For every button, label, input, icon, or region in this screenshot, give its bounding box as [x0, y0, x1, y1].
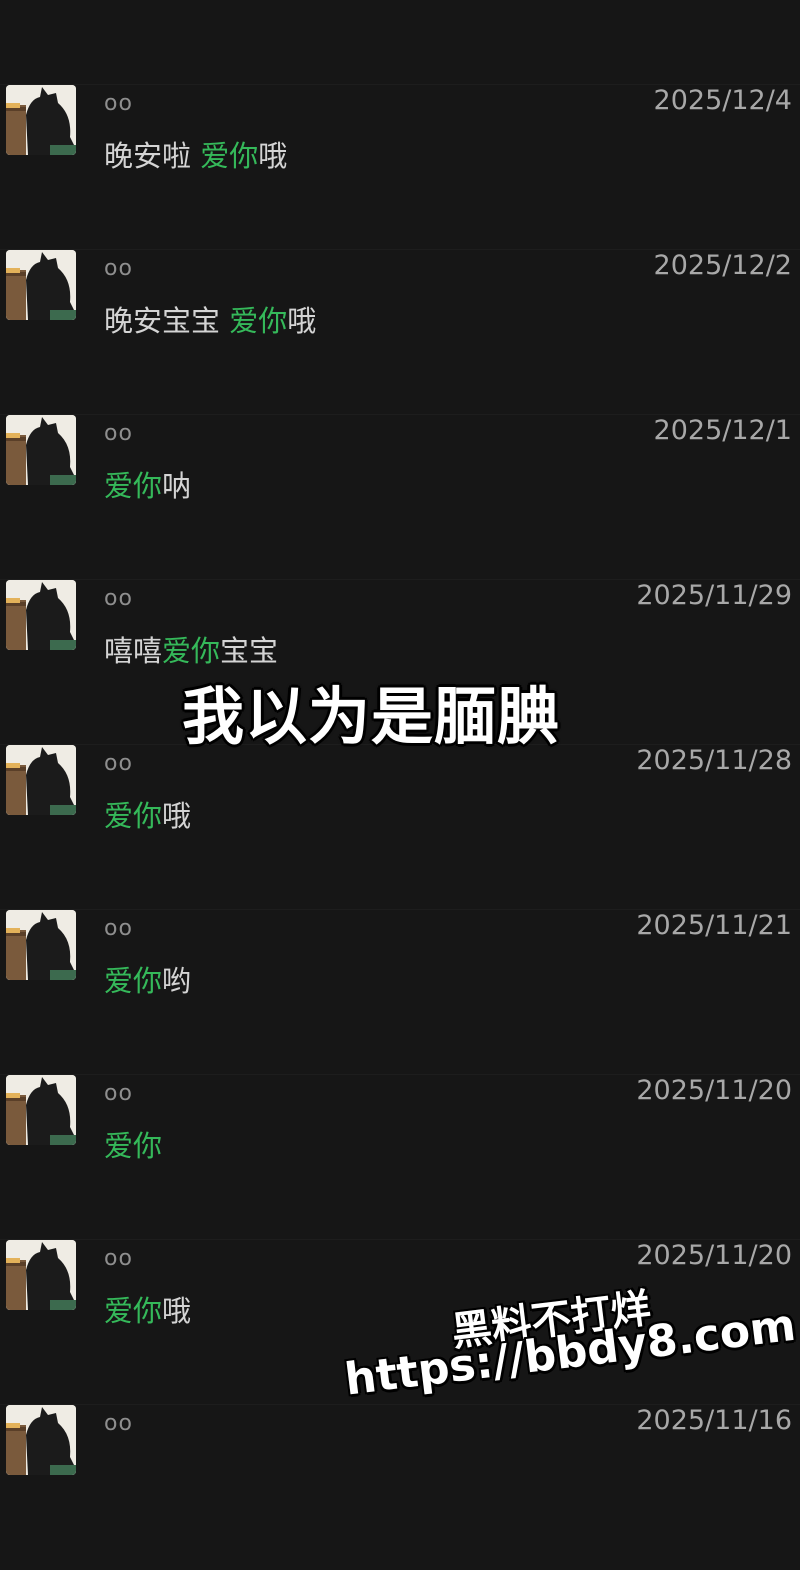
- message-text: 哦: [162, 1294, 192, 1328]
- message-text: 哦: [162, 799, 192, 833]
- message-preview: 爱你哦: [104, 1288, 191, 1330]
- avatar[interactable]: [6, 1075, 76, 1145]
- message-text: 哦: [258, 139, 288, 173]
- message-date: 2025/12/4: [653, 85, 792, 116]
- message-date: 2025/11/20: [636, 1240, 792, 1271]
- message-date: 2025/11/21: [636, 910, 792, 941]
- chat-list-item[interactable]: oo 2025/11/21 爱你哟: [0, 909, 800, 1075]
- message-preview: 爱你: [104, 1123, 162, 1165]
- message-date: 2025/11/20: [636, 1075, 792, 1106]
- sender-name: oo: [104, 916, 133, 941]
- message-date: 2025/11/28: [636, 745, 792, 776]
- message-preview: 爱你呐: [104, 463, 191, 505]
- chat-list-item[interactable]: oo 2025/12/4 晚安啦 爱你哦: [0, 84, 800, 250]
- avatar[interactable]: [6, 250, 76, 320]
- chat-list-item[interactable]: oo 2025/11/16: [0, 1404, 800, 1570]
- highlighted-keyword: 爱你: [229, 304, 288, 338]
- avatar[interactable]: [6, 415, 76, 485]
- avatar[interactable]: [6, 745, 76, 815]
- sender-name: oo: [104, 586, 133, 611]
- avatar[interactable]: [6, 580, 76, 650]
- sender-name: oo: [104, 256, 133, 281]
- message-date: 2025/11/16: [636, 1405, 792, 1436]
- sender-name: oo: [104, 91, 133, 116]
- highlighted-keyword: 爱你: [162, 634, 221, 668]
- message-text: 晚安宝宝: [104, 304, 230, 338]
- highlighted-keyword: 爱你: [104, 799, 163, 833]
- message-preview: 爱你哟: [104, 958, 191, 1000]
- message-date: 2025/11/29: [636, 580, 792, 611]
- highlighted-keyword: 爱你: [200, 139, 259, 173]
- chat-list-item[interactable]: oo 2025/11/28 爱你哦: [0, 744, 800, 910]
- message-preview: 嘻嘻爱你宝宝: [104, 628, 278, 670]
- sender-name: oo: [104, 1246, 133, 1271]
- message-text: 宝宝: [220, 634, 279, 668]
- chat-list-item[interactable]: oo 2025/12/1 爱你呐: [0, 414, 800, 580]
- sender-name: oo: [104, 1411, 133, 1436]
- message-text: 哟: [162, 964, 192, 998]
- overlay-caption: 我以为是腼腆: [182, 680, 561, 753]
- avatar[interactable]: [6, 85, 76, 155]
- sender-name: oo: [104, 1081, 133, 1106]
- chat-list-item[interactable]: oo 2025/11/20 爱你: [0, 1074, 800, 1240]
- sender-name: oo: [104, 751, 133, 776]
- message-text: 哦: [287, 304, 317, 338]
- message-text: 呐: [162, 469, 192, 503]
- chat-list-item[interactable]: oo 2025/12/2 晚安宝宝 爱你哦: [0, 249, 800, 415]
- highlighted-keyword: 爱你: [104, 1294, 163, 1328]
- message-date: 2025/12/2: [653, 250, 792, 281]
- message-preview: 爱你哦: [104, 793, 191, 835]
- message-date: 2025/12/1: [653, 415, 792, 446]
- highlighted-keyword: 爱你: [104, 469, 163, 503]
- sender-name: oo: [104, 421, 133, 446]
- highlighted-keyword: 爱你: [104, 1129, 163, 1163]
- message-preview: 晚安啦 爱你哦: [104, 133, 287, 175]
- message-text: 嘻嘻: [104, 634, 163, 668]
- message-preview: 晚安宝宝 爱你哦: [104, 298, 316, 340]
- message-text: 晚安啦: [104, 139, 201, 173]
- highlighted-keyword: 爱你: [104, 964, 163, 998]
- avatar[interactable]: [6, 910, 76, 980]
- avatar[interactable]: [6, 1240, 76, 1310]
- avatar[interactable]: [6, 1405, 76, 1475]
